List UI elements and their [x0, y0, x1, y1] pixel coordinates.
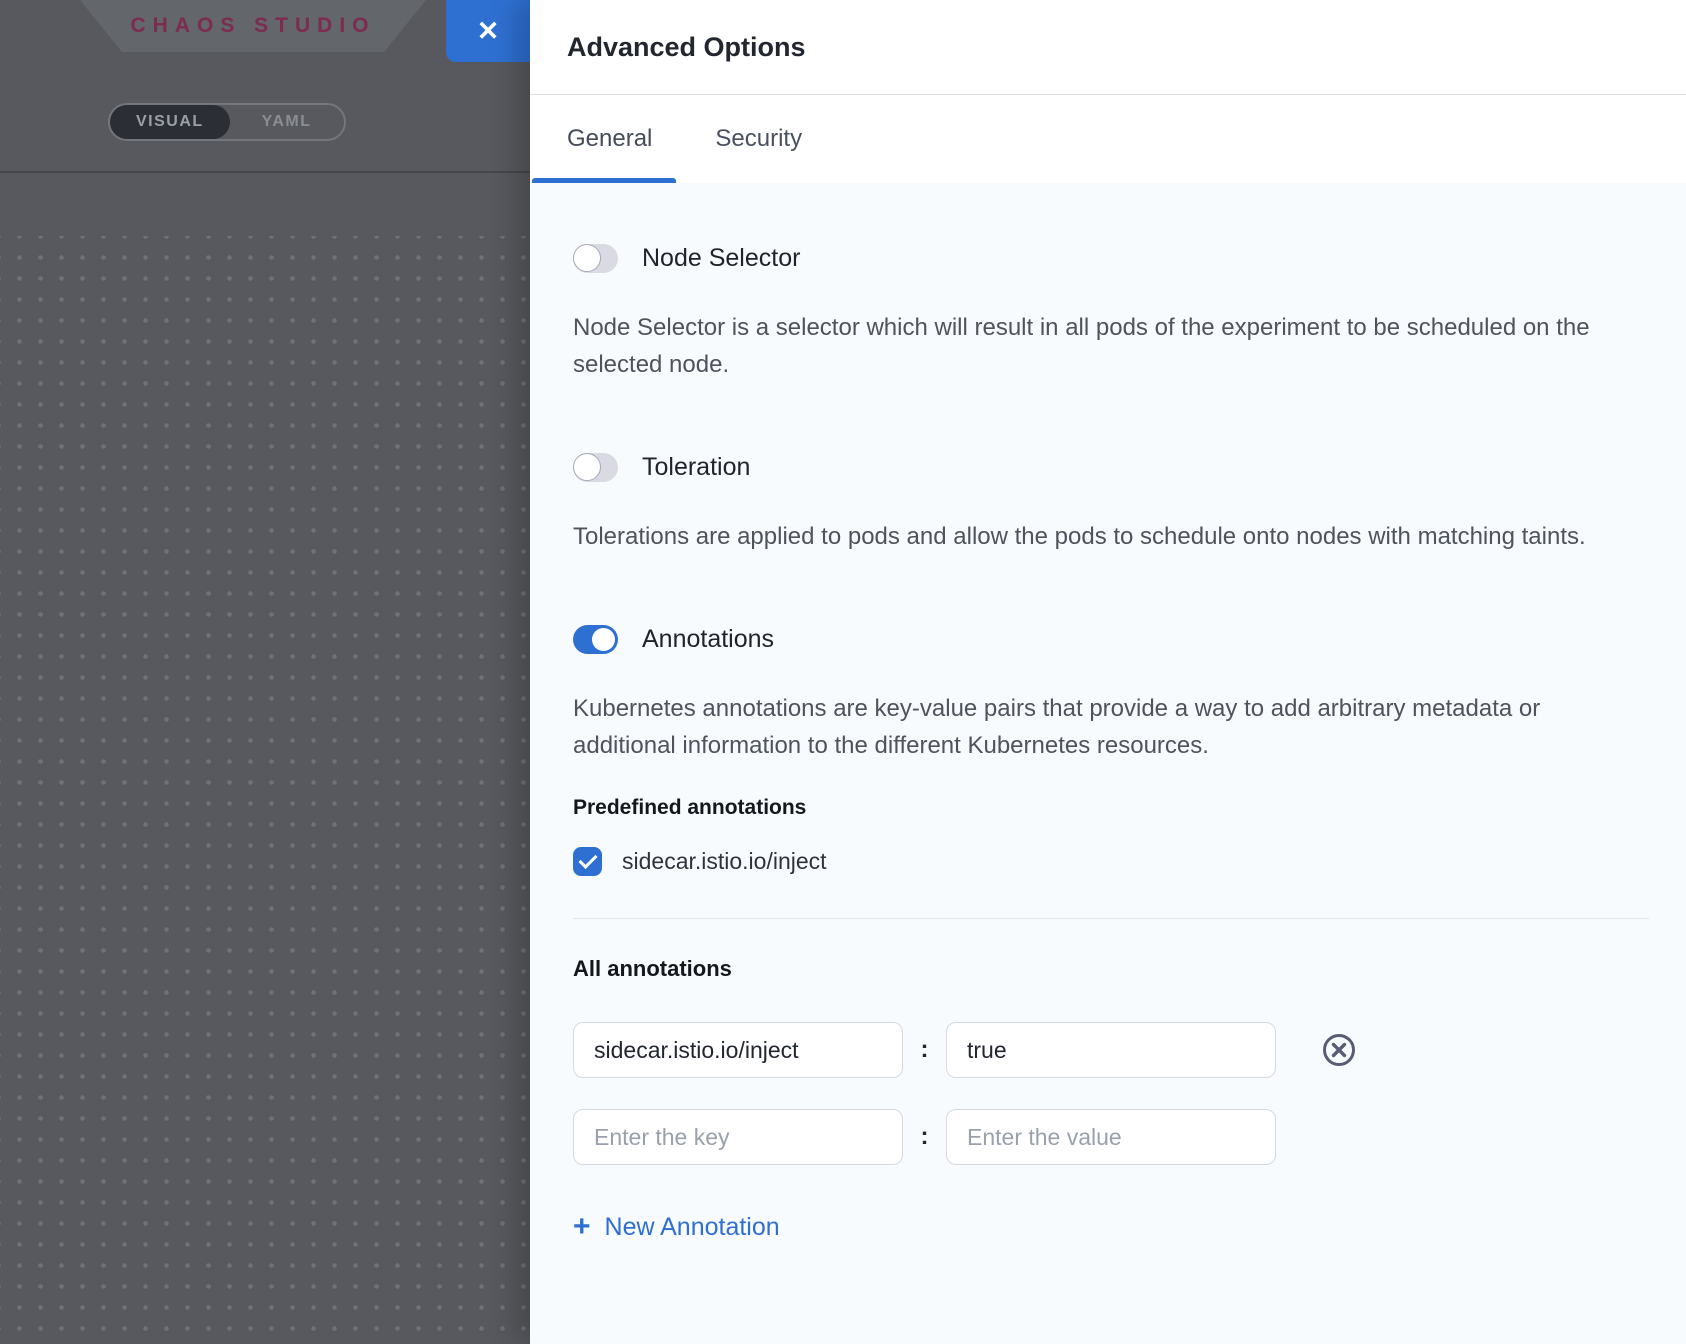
toolbar-divider — [0, 171, 530, 173]
view-mode-toggle[interactable]: VISUAL YAML — [108, 103, 346, 141]
annotation-value-input[interactable] — [946, 1109, 1276, 1165]
toggle-knob — [573, 453, 601, 481]
annotations-description: Kubernetes annotations are key-value pai… — [573, 690, 1623, 764]
plus-icon: + — [573, 1212, 591, 1242]
studio-title: CHAOS STUDIO — [130, 14, 375, 38]
toleration-section: Toleration Tolerations are applied to po… — [573, 453, 1646, 555]
annotation-row: : — [573, 1109, 1646, 1165]
annotation-key-input[interactable] — [573, 1109, 903, 1165]
toggle-knob — [573, 244, 601, 272]
chaos-studio-screen: CHAOS STUDIO VISUAL YAML ✕ Advanced Opti… — [0, 0, 1686, 1344]
advanced-options-drawer: Advanced Options General Security Node S… — [530, 0, 1686, 1344]
node-selector-section: Node Selector Node Selector is a selecto… — [573, 244, 1646, 383]
close-drawer-button[interactable]: ✕ — [446, 0, 530, 62]
visual-mode-button[interactable]: VISUAL — [110, 105, 230, 139]
new-annotation-button[interactable]: + New Annotation — [573, 1212, 1646, 1242]
section-divider — [573, 918, 1649, 919]
remove-annotation-icon — [1322, 1033, 1356, 1067]
tab-security[interactable]: Security — [715, 95, 802, 183]
drawer-content: Node Selector Node Selector is a selecto… — [530, 183, 1686, 1242]
predefined-annotation-item: sidecar.istio.io/inject — [573, 847, 1646, 876]
toleration-toggle[interactable] — [573, 453, 618, 482]
all-annotations-heading: All annotations — [573, 956, 1646, 982]
node-selector-row: Node Selector — [573, 244, 1646, 273]
studio-banner: CHAOS STUDIO — [80, 0, 426, 52]
toggle-knob — [592, 628, 615, 651]
node-selector-label: Node Selector — [642, 244, 800, 273]
annotation-value-input[interactable] — [946, 1022, 1276, 1078]
close-icon: ✕ — [477, 16, 500, 47]
drawer-tabbar: General Security — [530, 95, 1686, 183]
sidecar-inject-label: sidecar.istio.io/inject — [622, 848, 827, 875]
annotation-row: : — [573, 1022, 1646, 1078]
toleration-row: Toleration — [573, 453, 1646, 482]
node-selector-description: Node Selector is a selector which will r… — [573, 309, 1623, 383]
annotations-row: Annotations — [573, 625, 1646, 654]
drawer-header: Advanced Options — [530, 0, 1686, 95]
drawer-title: Advanced Options — [567, 32, 806, 63]
experiment-canvas — [0, 236, 530, 1344]
remove-annotation-button[interactable] — [1322, 1033, 1356, 1067]
annotations-toggle[interactable] — [573, 625, 618, 654]
annotations-section: Annotations Kubernetes annotations are k… — [573, 625, 1646, 1242]
toleration-label: Toleration — [642, 453, 750, 482]
tab-general[interactable]: General — [530, 95, 682, 183]
yaml-mode-button[interactable]: YAML — [230, 113, 344, 131]
node-selector-toggle[interactable] — [573, 244, 618, 273]
annotations-label: Annotations — [642, 625, 774, 654]
sidecar-inject-checkbox[interactable] — [573, 847, 602, 876]
new-annotation-label: New Annotation — [605, 1213, 780, 1242]
key-value-separator: : — [903, 1036, 946, 1064]
key-value-separator: : — [903, 1123, 946, 1151]
annotation-key-input[interactable] — [573, 1022, 903, 1078]
toleration-description: Tolerations are applied to pods and allo… — [573, 518, 1623, 555]
predefined-annotations-heading: Predefined annotations — [573, 796, 1646, 820]
